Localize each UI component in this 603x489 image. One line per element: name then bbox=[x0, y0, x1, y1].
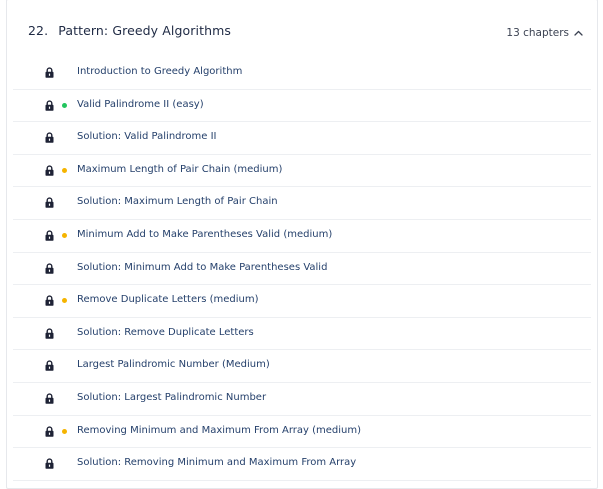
chapter-row[interactable]: Solution: Remove Duplicate Letters bbox=[13, 318, 591, 351]
chapter-link[interactable]: Solution: Remove Duplicate Letters bbox=[77, 327, 254, 338]
lock-icon bbox=[45, 197, 54, 209]
lock-icon bbox=[45, 360, 54, 372]
chapter-row[interactable]: Minimum Add to Make Parentheses Valid (m… bbox=[13, 220, 591, 253]
chapter-row[interactable]: Solution: Valid Palindrome II bbox=[13, 122, 591, 155]
lock-icon bbox=[45, 100, 54, 111]
chevron-up-icon bbox=[574, 30, 583, 36]
chapter-row[interactable]: Maximum Length of Pair Chain (medium) bbox=[13, 155, 591, 188]
difficulty-dot-medium bbox=[62, 428, 67, 434]
chapter-link[interactable]: Maximum Length of Pair Chain (medium) bbox=[77, 164, 282, 175]
chapters-toggle[interactable]: 13 chapters bbox=[506, 25, 583, 41]
chapter-link[interactable]: Removing Minimum and Maximum From Array … bbox=[77, 425, 361, 436]
chapter-link[interactable]: Solution: Largest Palindromic Number bbox=[77, 392, 266, 403]
chapter-row[interactable]: Solution: Minimum Add to Make Parenthese… bbox=[13, 253, 591, 286]
section-number: 22. bbox=[28, 23, 49, 38]
chapter-row[interactable]: Introduction to Greedy Algorithm bbox=[13, 57, 591, 90]
lock-icon bbox=[45, 295, 54, 306]
chapter-row[interactable]: Valid Palindrome II (easy) bbox=[13, 90, 591, 123]
section-header[interactable]: 22. Pattern: Greedy Algorithms 13 chapte… bbox=[7, 0, 597, 64]
lock-icon bbox=[45, 132, 54, 143]
chapter-row[interactable]: Removing Minimum and Maximum From Array … bbox=[13, 416, 591, 449]
lock-icon bbox=[45, 425, 54, 437]
section-title: 22. Pattern: Greedy Algorithms bbox=[28, 23, 231, 38]
chapter-link[interactable]: Solution: Valid Palindrome II bbox=[77, 131, 217, 142]
chapter-row[interactable]: Solution: Removing Minimum and Maximum F… bbox=[13, 448, 591, 481]
chapter-link[interactable]: Solution: Maximum Length of Pair Chain bbox=[77, 196, 278, 207]
lock-icon bbox=[45, 393, 54, 404]
chapter-link[interactable]: Solution: Minimum Add to Make Parenthese… bbox=[77, 262, 327, 273]
chapter-row[interactable]: Remove Duplicate Letters (medium) bbox=[13, 285, 591, 318]
chapter-link[interactable]: Largest Palindromic Number (Medium) bbox=[77, 359, 270, 370]
difficulty-dot-medium bbox=[62, 298, 67, 304]
lock-icon bbox=[45, 262, 54, 274]
section-name: Pattern: Greedy Algorithms bbox=[58, 23, 231, 38]
chapter-row[interactable]: Solution: Maximum Length of Pair Chain bbox=[13, 187, 591, 220]
chapter-link[interactable]: Valid Palindrome II (easy) bbox=[77, 99, 204, 110]
lock-icon bbox=[45, 67, 54, 78]
difficulty-dot-medium bbox=[62, 232, 67, 238]
chapter-link[interactable]: Minimum Add to Make Parentheses Valid (m… bbox=[77, 229, 332, 240]
lock-icon bbox=[45, 230, 54, 241]
chapter-row[interactable]: Solution: Largest Palindromic Number bbox=[13, 383, 591, 416]
difficulty-dot-medium bbox=[62, 167, 67, 173]
chapter-count: 13 chapters bbox=[506, 27, 569, 39]
lock-icon bbox=[45, 165, 54, 176]
chapter-section-panel: 22. Pattern: Greedy Algorithms 13 chapte… bbox=[6, 0, 598, 489]
chapter-link[interactable]: Solution: Removing Minimum and Maximum F… bbox=[77, 457, 356, 468]
chapter-row[interactable]: Largest Palindromic Number (Medium) bbox=[13, 350, 591, 383]
chapter-link[interactable]: Introduction to Greedy Algorithm bbox=[77, 66, 242, 77]
chapter-list: Introduction to Greedy Algorithm Valid Pa… bbox=[13, 57, 591, 481]
chapter-link[interactable]: Remove Duplicate Letters (medium) bbox=[77, 294, 259, 305]
lock-icon bbox=[45, 328, 54, 339]
lock-icon bbox=[45, 458, 54, 469]
difficulty-dot-easy bbox=[62, 102, 67, 108]
